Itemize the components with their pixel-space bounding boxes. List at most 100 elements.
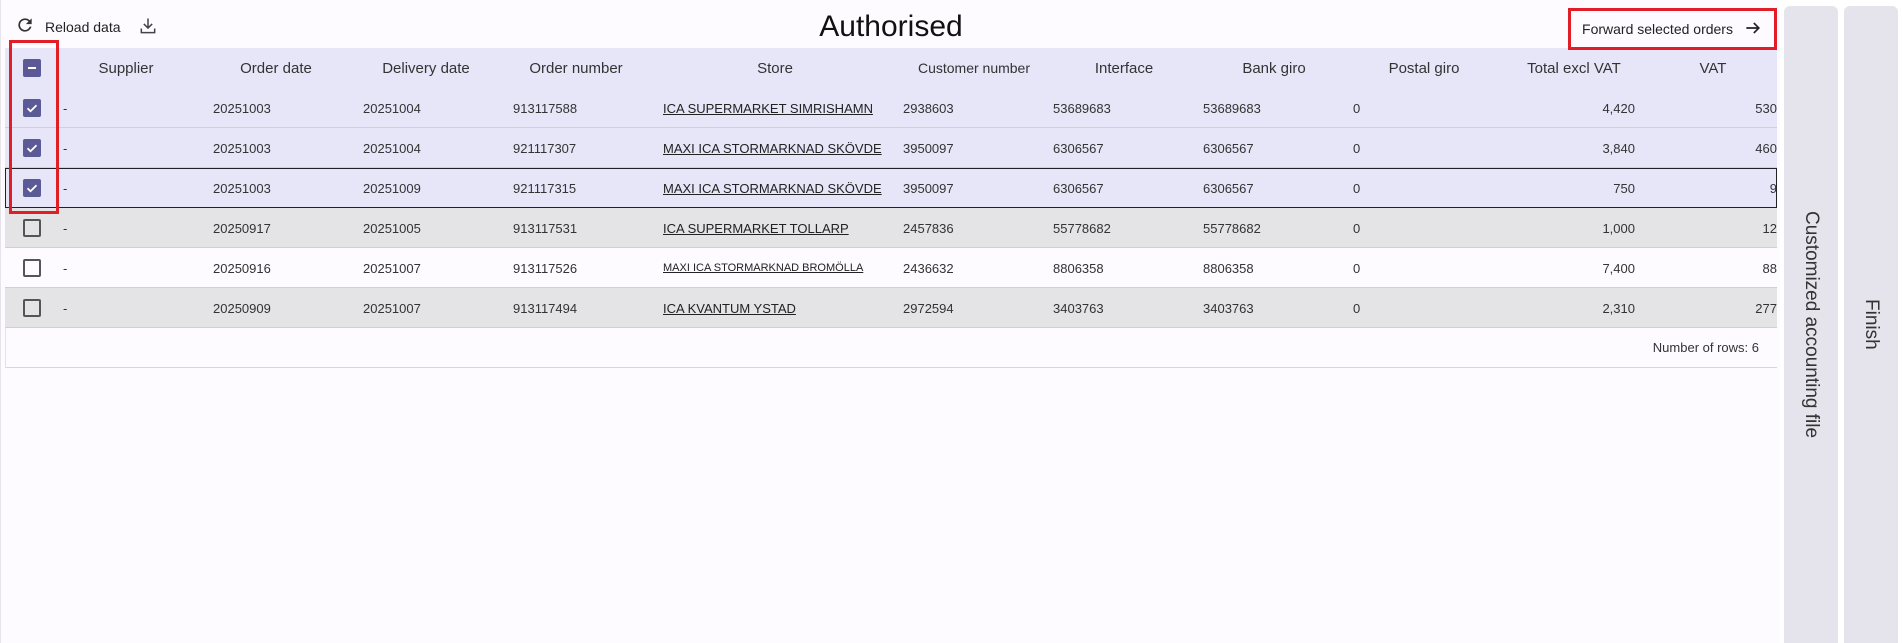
row-select-cell [13, 288, 51, 328]
cell-order-number: 921117315 [513, 180, 577, 196]
main-panel: Reload data Authorised Forward selected … [0, 0, 1780, 643]
tab-finish[interactable]: Finish [1844, 6, 1898, 643]
orders-table: Supplier Order date Delivery date Order … [5, 48, 1777, 328]
column-header-total-excl-vat[interactable]: Total excl VAT [1499, 48, 1649, 88]
cell-bank-giro: 3403763 [1203, 300, 1254, 316]
forward-selected-orders-label: Forward selected orders [1582, 21, 1733, 37]
row-select-cell [13, 208, 51, 248]
cell-customer-number: 3950097 [903, 180, 954, 196]
table-row[interactable]: - 20250917 20251005 913117531 ICA SUPERM… [5, 208, 1777, 248]
store-link-text: MAXI ICA STORMARKNAD SKÖVDE [663, 180, 882, 196]
table-row[interactable]: - 20251003 20251004 913117588 ICA SUPERM… [5, 88, 1777, 128]
table-row[interactable]: - 20250909 20251007 913117494 ICA KVANTU… [5, 288, 1777, 328]
row-count: Number of rows: 6 [1652, 340, 1759, 355]
cell-vat: 277 [1755, 300, 1777, 316]
cell-interface: 6306567 [1053, 180, 1104, 196]
cell-postal-giro: 0 [1353, 140, 1361, 156]
cell-supplier: - [63, 100, 68, 116]
cell-total-excl-vat: 750 [1613, 180, 1635, 196]
cell-delivery-date: 20251005 [363, 220, 421, 236]
row-checkbox[interactable] [23, 299, 41, 317]
store-link-text: ICA SUPERMARKET SIMRISHAMN [663, 100, 873, 116]
row-checkbox[interactable] [23, 99, 41, 117]
toolbar: Reload data Authorised Forward selected … [1, 0, 1781, 50]
cell-customer-number: 2436632 [903, 260, 954, 276]
cell-total-excl-vat: 2,310 [1602, 300, 1635, 316]
cell-interface: 8806358 [1053, 260, 1104, 276]
cell-bank-giro: 55778682 [1203, 220, 1261, 236]
table-row[interactable]: - 20251003 20251004 921117307 MAXI ICA S… [5, 128, 1777, 168]
cell-interface: 3403763 [1053, 300, 1104, 316]
cell-postal-giro: 0 [1353, 260, 1361, 276]
column-header-supplier[interactable]: Supplier [51, 48, 201, 88]
store-link[interactable]: MAXI ICA STORMARKNAD SKÖVDE [663, 128, 899, 168]
cell-bank-giro: 6306567 [1203, 180, 1254, 196]
cell-bank-giro: 8806358 [1203, 260, 1254, 276]
column-header-customer-number[interactable]: Customer number [899, 48, 1049, 88]
cell-customer-number: 2938603 [903, 100, 954, 116]
row-select-cell [13, 248, 51, 288]
column-header-vat[interactable]: VAT [1649, 48, 1777, 88]
cell-customer-number: 2972594 [903, 300, 954, 316]
cell-order-number: 913117494 [513, 300, 578, 316]
table-header: Supplier Order date Delivery date Order … [5, 48, 1777, 88]
store-link[interactable]: ICA SUPERMARKET TOLLARP [663, 208, 899, 248]
cell-supplier: - [63, 260, 68, 276]
select-all-checkbox[interactable] [23, 59, 41, 77]
cell-supplier: - [63, 220, 68, 236]
cell-delivery-date: 20251004 [363, 140, 421, 156]
tab-customized-accounting-file[interactable]: Customized accounting file [1784, 6, 1838, 643]
store-link[interactable]: MAXI ICA STORMARKNAD BROMÖLLA [663, 248, 899, 288]
store-link[interactable]: ICA KVANTUM YSTAD [663, 288, 899, 328]
cell-vat: 12 [1762, 220, 1777, 236]
cell-order-number: 913117526 [513, 260, 578, 276]
cell-postal-giro: 0 [1353, 220, 1361, 236]
row-checkbox[interactable] [23, 259, 41, 277]
row-checkbox[interactable] [23, 139, 41, 157]
column-header-order-date[interactable]: Order date [201, 48, 351, 88]
table-footer: Number of rows: 6 [5, 328, 1777, 368]
row-checkbox[interactable] [23, 219, 41, 237]
forward-selected-orders-button[interactable]: Forward selected orders [1568, 8, 1777, 50]
cell-postal-giro: 0 [1353, 180, 1361, 196]
cell-supplier: - [63, 140, 68, 156]
cell-vat: 530 [1755, 100, 1777, 116]
cell-interface: 53689683 [1053, 100, 1111, 116]
cell-vat: 460 [1755, 140, 1777, 156]
cell-vat: 9 [1769, 180, 1777, 196]
row-select-cell [13, 128, 51, 168]
column-header-delivery-date[interactable]: Delivery date [351, 48, 501, 88]
cell-total-excl-vat: 3,840 [1602, 140, 1635, 156]
select-all-cell [13, 48, 51, 88]
cell-order-number: 921117307 [513, 140, 577, 156]
cell-order-date: 20250916 [213, 260, 271, 276]
tab-customized-accounting-file-label: Customized accounting file [1801, 210, 1822, 439]
column-header-bank-giro[interactable]: Bank giro [1199, 48, 1349, 88]
cell-supplier: - [63, 300, 68, 316]
table-row[interactable]: - 20251003 20251009 921117315 MAXI ICA S… [5, 168, 1777, 208]
cell-delivery-date: 20251004 [363, 100, 421, 116]
table-row[interactable]: - 20250916 20251007 913117526 MAXI ICA S… [5, 248, 1777, 288]
column-header-order-number[interactable]: Order number [501, 48, 651, 88]
column-header-store[interactable]: Store [651, 48, 899, 88]
cell-bank-giro: 6306567 [1203, 140, 1254, 156]
store-link-text: MAXI ICA STORMARKNAD BROMÖLLA [663, 262, 864, 274]
cell-order-date: 20251003 [213, 140, 271, 156]
cell-postal-giro: 0 [1353, 300, 1361, 316]
cell-customer-number: 3950097 [903, 140, 954, 156]
cell-order-number: 913117531 [513, 220, 578, 236]
cell-order-date: 20251003 [213, 100, 271, 116]
cell-order-date: 20250917 [213, 220, 271, 236]
cell-bank-giro: 53689683 [1203, 100, 1261, 116]
cell-postal-giro: 0 [1353, 100, 1361, 116]
cell-order-date: 20250909 [213, 300, 271, 316]
cell-order-date: 20251003 [213, 180, 271, 196]
row-checkbox[interactable] [23, 179, 41, 197]
column-header-interface[interactable]: Interface [1049, 48, 1199, 88]
column-header-postal-giro[interactable]: Postal giro [1349, 48, 1499, 88]
page-title: Authorised [819, 10, 963, 43]
cell-total-excl-vat: 7,400 [1602, 260, 1635, 276]
cell-supplier: - [63, 180, 68, 196]
store-link[interactable]: MAXI ICA STORMARKNAD SKÖVDE [663, 168, 899, 208]
store-link[interactable]: ICA SUPERMARKET SIMRISHAMN [663, 88, 899, 128]
